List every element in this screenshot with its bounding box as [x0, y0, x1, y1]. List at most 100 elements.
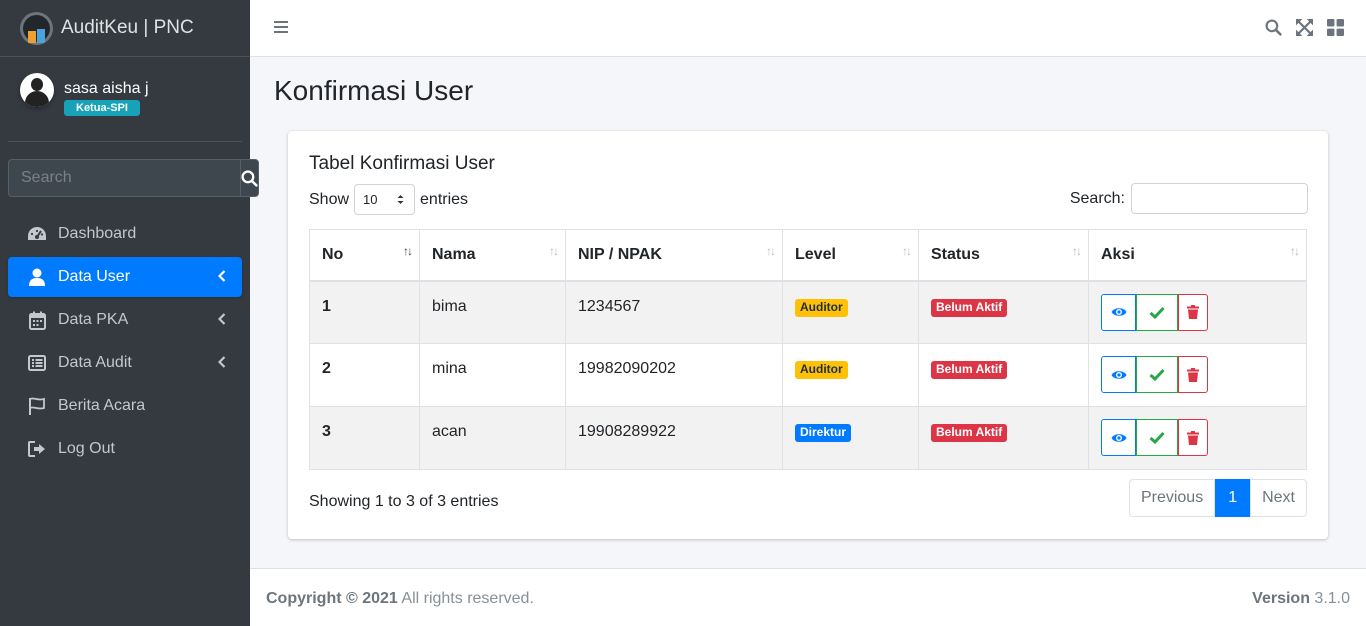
eye-icon [1111, 370, 1126, 379]
copyright-bold: Copyright © 2021 [266, 590, 398, 607]
sidebar-search-button[interactable] [240, 159, 259, 197]
cell-nip: 1234567 [565, 280, 783, 344]
expand-arrows-icon [1296, 19, 1313, 36]
trash-icon [1187, 430, 1199, 445]
pagination-next[interactable]: Next [1250, 479, 1307, 517]
confirm-button[interactable] [1136, 419, 1178, 456]
chevron-left-icon [218, 313, 226, 325]
eye-icon [1111, 308, 1126, 316]
pagination-previous[interactable]: Previous [1128, 479, 1216, 517]
user-role-badge: Ketua-SPI [64, 100, 140, 116]
status-badge: Belum Aktif [931, 298, 1008, 317]
delete-button[interactable] [1178, 293, 1208, 331]
sidebar-search-input[interactable] [8, 159, 240, 197]
sidebar-item-label: Dashboard [58, 225, 137, 242]
check-icon [1149, 368, 1165, 381]
version-label: Version [1252, 590, 1310, 607]
navbar-search-button[interactable] [1265, 19, 1282, 41]
column-header-label: Status [931, 245, 980, 263]
sidebar-item-data-pka[interactable]: Data PKA [8, 300, 242, 340]
trash-icon [1187, 367, 1199, 382]
sidebar-toggle-button[interactable] [274, 20, 288, 39]
chevron-left-icon [218, 270, 226, 282]
konfirmasi-table: No ↑↓ Nama ↑↓ NIP / NPAK ↑↓ Level ↑↓ Status ↑… [309, 229, 1307, 470]
column-header-aksi[interactable]: Aksi ↑↓ [1088, 229, 1307, 282]
version: Version 3.1.0 [1252, 590, 1350, 608]
cell-level: Auditor [782, 343, 919, 407]
sidebar-item-data-audit[interactable]: Data Audit [8, 343, 242, 383]
column-header-label: Aksi [1101, 245, 1135, 263]
sidebar-item-berita-acara[interactable]: Berita Acara [8, 386, 242, 426]
trash-icon [1187, 305, 1199, 319]
flag-icon [25, 396, 49, 416]
cell-nama: mina [419, 343, 566, 407]
table-info: Showing 1 to 3 of 3 entries [309, 493, 499, 510]
level-badge: Auditor [795, 361, 848, 379]
column-header-level[interactable]: Level ↑↓ [782, 229, 919, 282]
table-search-input[interactable] [1131, 183, 1308, 214]
th-large-icon [1327, 19, 1344, 36]
delete-button[interactable] [1178, 419, 1208, 456]
cell-aksi [1088, 406, 1307, 470]
cell-level: Direktur [782, 406, 919, 470]
view-button[interactable] [1101, 419, 1136, 456]
eye-icon [1111, 433, 1126, 442]
sort-icon: ↑↓ [902, 244, 912, 258]
konfirmasi-card: Tabel Konfirmasi User Show 10 entries Se… [288, 131, 1328, 539]
entries-select[interactable]: 10 [354, 184, 416, 215]
cell-nama: bima [419, 280, 566, 344]
search-icon [1265, 19, 1282, 36]
table-row: 1 bima 1234567 Auditor Belum Aktif [309, 280, 1307, 344]
pagination-page-1[interactable]: 1 [1215, 479, 1251, 517]
fullscreen-button[interactable] [1296, 19, 1313, 41]
hamburger-icon [274, 21, 288, 33]
show-label: Show [309, 190, 350, 208]
entries-label: entries [420, 190, 469, 208]
delete-button[interactable] [1178, 356, 1208, 393]
table-search-label: Search: [1069, 189, 1125, 207]
check-icon [1149, 431, 1165, 444]
column-header-nip[interactable]: NIP / NPAK ↑↓ [565, 229, 783, 282]
view-button[interactable] [1101, 356, 1136, 393]
confirm-button[interactable] [1136, 293, 1178, 331]
brand-link[interactable]: AuditKeu | PNC [0, 0, 250, 57]
cell-status: Belum Aktif [918, 343, 1089, 407]
list-icon [25, 353, 49, 373]
column-header-status[interactable]: Status ↑↓ [918, 229, 1089, 282]
column-header-label: Level [795, 245, 836, 263]
calendar-icon [25, 310, 49, 330]
sidebar-item-log-out[interactable]: Log Out [8, 429, 242, 469]
copyright-rest: All rights reserved. [397, 590, 534, 607]
control-sidebar-button[interactable] [1327, 19, 1344, 41]
page-title: Konfirmasi User [274, 75, 474, 106]
pagination: Previous 1 Next [1128, 479, 1307, 517]
sidebar-item-data-user[interactable]: Data User [8, 257, 242, 297]
table-search: Search: [1070, 183, 1308, 214]
confirm-button[interactable] [1136, 356, 1178, 393]
top-navbar [250, 0, 1366, 57]
sort-asc-icon: ↑↓ [403, 244, 413, 258]
avatar[interactable] [20, 73, 54, 107]
user-panel: sasa aisha j Ketua-SPI [8, 57, 242, 142]
sort-icon: ↑↓ [1072, 244, 1082, 258]
column-header-no[interactable]: No ↑↓ [309, 229, 420, 282]
cell-aksi [1088, 280, 1307, 344]
cell-nip: 19908289922 [565, 406, 783, 470]
tachometer-icon [25, 224, 49, 244]
column-header-label: Nama [432, 245, 476, 263]
sidebar-item-dashboard[interactable]: Dashboard [8, 214, 242, 254]
cell-nip: 19982090202 [565, 343, 783, 407]
user-icon [25, 267, 49, 287]
table-row: 3 acan 19908289922 Direktur Belum Aktif [309, 406, 1307, 470]
brand-logo [20, 11, 53, 45]
cell-no: 1 [309, 280, 420, 344]
view-button[interactable] [1101, 293, 1136, 331]
status-badge: Belum Aktif [931, 361, 1008, 379]
select-arrows-icon [397, 195, 404, 204]
card-title: Tabel Konfirmasi User [309, 153, 495, 174]
user-name[interactable]: sasa aisha j [64, 80, 149, 98]
cell-level: Auditor [782, 280, 919, 344]
column-header-nama[interactable]: Nama ↑↓ [419, 229, 566, 282]
sidebar-search [8, 159, 259, 197]
sidebar-item-label: Data Audit [58, 354, 132, 371]
